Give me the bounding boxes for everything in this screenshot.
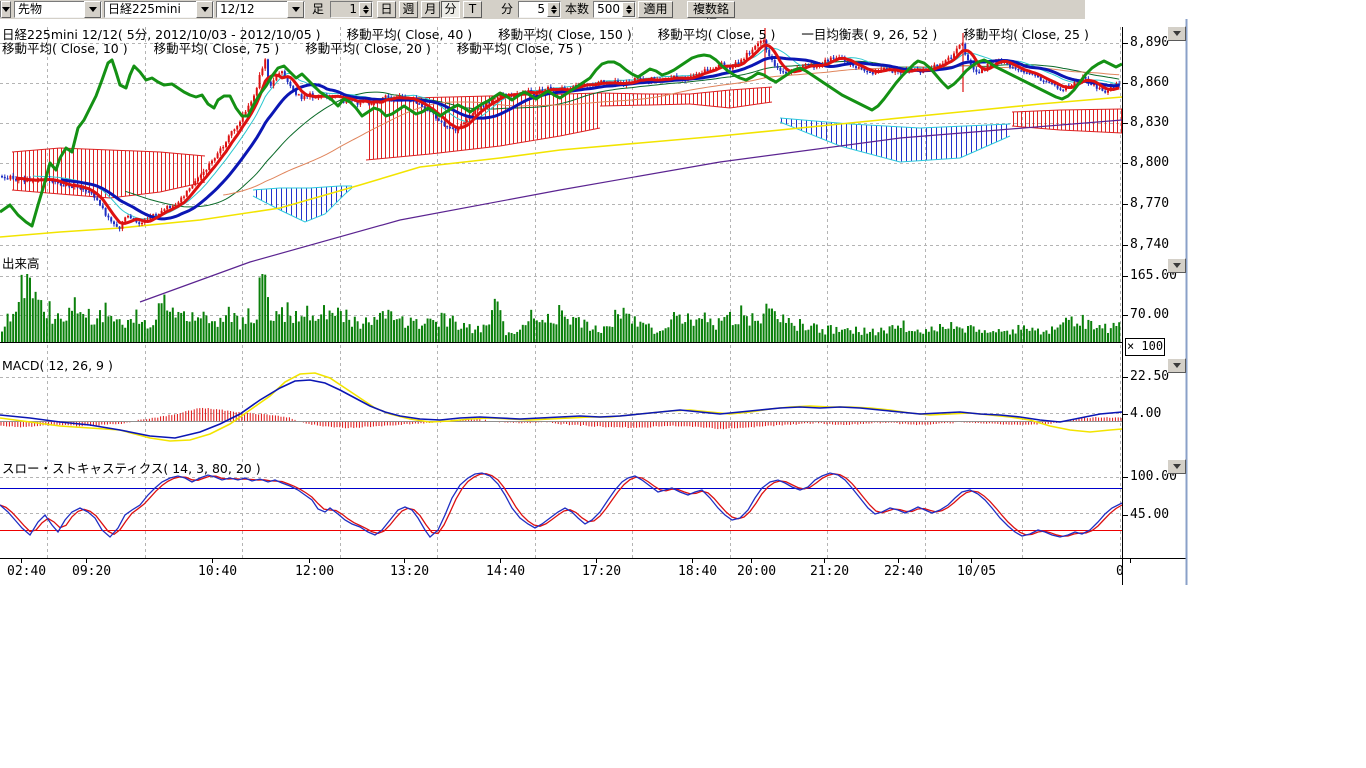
y-axis-label: 4.00 xyxy=(1130,406,1161,421)
time-axis-label: 17:20 xyxy=(582,564,621,579)
time-axis-label: 12:00 xyxy=(295,564,334,579)
clipped-combobox[interactable] xyxy=(0,1,11,18)
panel-dropdown-button[interactable] xyxy=(1167,358,1186,373)
y-axis-label: 8,740 xyxy=(1130,237,1169,252)
time-axis-label: 09:20 xyxy=(72,564,111,579)
bar-count-spinner[interactable]: 500 xyxy=(593,1,636,18)
period-button-3[interactable]: 月 xyxy=(421,1,440,18)
instrument-type-combobox[interactable]: 先物 xyxy=(14,1,102,18)
toolbar: 先物 日経225mini 12/12 足 1 日週月分T 分 5 本数 500 … xyxy=(0,0,1085,20)
minutes-spinner[interactable]: 5 xyxy=(518,1,561,18)
chart-canvas xyxy=(0,19,1190,586)
volume-multiplier-box: × 100 xyxy=(1125,338,1165,356)
time-axis-label: 20:00 xyxy=(737,564,776,579)
chevron-down-icon[interactable] xyxy=(84,1,101,18)
time-axis-label: 21:20 xyxy=(810,564,849,579)
time-axis-label: 10/05 xyxy=(957,564,996,579)
spinner-arrows[interactable] xyxy=(622,2,635,17)
contract-month-value: 12/12 xyxy=(217,2,287,17)
panel-dropdown-button[interactable] xyxy=(1167,26,1186,41)
bar-interval-spinner[interactable]: 1 xyxy=(330,1,373,18)
time-axis-label: 10:40 xyxy=(198,564,237,579)
chevron-down-icon xyxy=(1173,363,1181,368)
panel-dropdown-button[interactable] xyxy=(1167,459,1186,474)
bar-count-value: 500 xyxy=(594,2,622,17)
bar-count-label: 本数 xyxy=(565,1,589,18)
legend-item: 移動平均( Close, 75 ) xyxy=(457,41,583,56)
y-axis-label: 8,770 xyxy=(1130,196,1169,211)
y-axis-label: 45.00 xyxy=(1130,507,1169,522)
legend-item: 一目均衡表( 9, 26, 52 ) xyxy=(801,27,937,42)
y-axis-label: 70.00 xyxy=(1130,307,1169,322)
time-axis-label: 14:40 xyxy=(486,564,525,579)
y-axis-label: 8,830 xyxy=(1130,115,1169,130)
legend-item: 移動平均( Close, 10 ) xyxy=(2,41,128,56)
time-axis-label: 18:40 xyxy=(678,564,717,579)
y-axis-label: 8,890 xyxy=(1130,35,1169,50)
bar-interval-value: 1 xyxy=(331,2,359,17)
apply-button[interactable]: 適用 xyxy=(638,1,673,18)
chart-area: 日経225mini 12/12( 5分, 2012/10/03 - 2012/1… xyxy=(0,19,1190,586)
legend-item: 移動平均( Close, 25 ) xyxy=(963,27,1089,42)
spinner-arrows[interactable] xyxy=(547,2,560,17)
period-button-1[interactable]: 日 xyxy=(377,1,396,18)
multi-symbol-button[interactable]: 複数銘柄 xyxy=(687,1,735,18)
legend-item: 移動平均( Close, 5 ) xyxy=(658,27,776,42)
contract-month-combobox[interactable]: 12/12 xyxy=(216,1,305,18)
y-axis-label: 8,800 xyxy=(1130,155,1169,170)
chevron-down-icon[interactable] xyxy=(1,1,11,18)
trading-app-window: 先物 日経225mini 12/12 足 1 日週月分T 分 5 本数 500 … xyxy=(0,0,1366,768)
legend-row-2: 移動平均( Close, 10 ) 移動平均( Close, 75 ) 移動平均( … xyxy=(2,38,608,57)
bar-type-label: 足 xyxy=(312,1,324,18)
stoch-panel-title: スロー・ストキャスティクス( 14, 3, 80, 20 ) xyxy=(2,458,261,477)
time-axis-label: 13:20 xyxy=(390,564,429,579)
panel-dropdown-button[interactable] xyxy=(1167,258,1186,273)
chevron-down-icon xyxy=(1173,464,1181,469)
minutes-label: 分 xyxy=(501,1,513,18)
y-axis-label: 22.50 xyxy=(1130,369,1169,384)
y-axis-label: 8,860 xyxy=(1130,75,1169,90)
spinner-arrows[interactable] xyxy=(359,2,372,17)
time-axis-label: 22:40 xyxy=(884,564,923,579)
chevron-down-icon[interactable] xyxy=(196,1,213,18)
symbol-value: 日経225mini xyxy=(105,2,196,17)
macd-panel-title: MACD( 12, 26, 9 ) xyxy=(2,358,113,373)
legend-item: 移動平均( Close, 75 ) xyxy=(154,41,280,56)
chevron-down-icon xyxy=(1173,31,1181,36)
time-axis-label: 0 xyxy=(1116,564,1124,579)
volume-panel-title: 出来高 xyxy=(2,253,40,272)
symbol-combobox[interactable]: 日経225mini xyxy=(104,1,214,18)
instrument-type-value: 先物 xyxy=(15,2,84,17)
period-button-2[interactable]: 週 xyxy=(399,1,418,18)
legend-item: 移動平均( Close, 20 ) xyxy=(305,41,431,56)
period-button-4[interactable]: 分 xyxy=(441,1,460,18)
minutes-value: 5 xyxy=(519,2,547,17)
chevron-down-icon xyxy=(1173,263,1181,268)
chevron-down-icon[interactable] xyxy=(287,1,304,18)
time-axis-label: 02:40 xyxy=(7,564,46,579)
period-button-5[interactable]: T xyxy=(463,1,482,18)
